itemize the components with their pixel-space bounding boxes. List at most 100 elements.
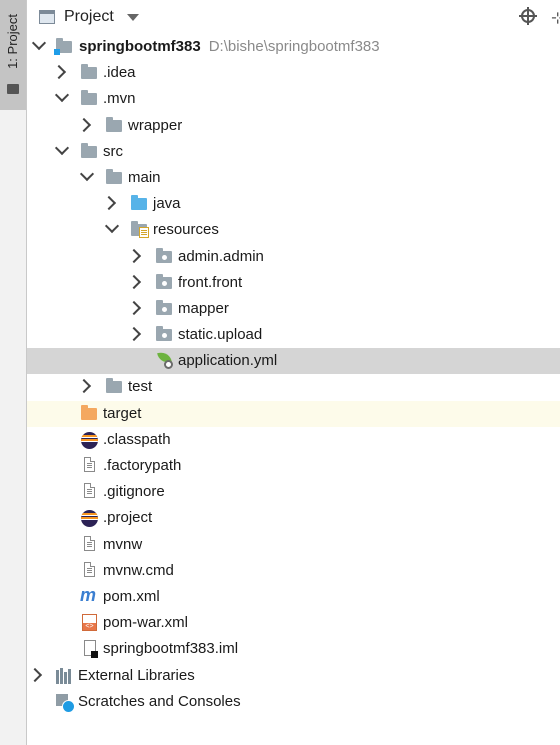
locate-target-icon[interactable] <box>519 7 537 25</box>
tree-item-idea[interactable]: .idea <box>27 60 560 86</box>
folder-icon <box>106 116 122 132</box>
chevron-down-icon[interactable] <box>79 166 95 182</box>
tree-item-label: resources <box>153 221 219 239</box>
project-tool-tab-label: 1: Project <box>5 14 20 69</box>
tree-item-admin[interactable]: admin.admin <box>27 244 560 270</box>
chevron-down-icon[interactable] <box>31 35 47 51</box>
folder-icon <box>106 168 122 184</box>
tree-item-label: pom.xml <box>103 587 160 605</box>
project-tool-tab[interactable]: 1: Project <box>0 0 26 110</box>
text-file-icon <box>84 535 95 551</box>
tool-window-strip: 1: Project <box>0 0 27 745</box>
tree-item-java[interactable]: java <box>27 191 560 217</box>
chevron-down-icon[interactable] <box>54 140 70 155</box>
project-view-icon <box>39 10 55 24</box>
tree-item-label: application.yml <box>178 352 278 370</box>
tree-item-wrapper[interactable]: wrapper <box>27 113 560 139</box>
tree-item-label: admin.admin <box>178 247 264 265</box>
tree-item-label: .factorypath <box>103 457 182 474</box>
tree-item-mvnw-cmd[interactable]: mvnw.cmd <box>27 558 560 584</box>
tree-item-classpath[interactable]: .classpath <box>27 427 560 453</box>
tree-item-external-libraries[interactable]: External Libraries <box>27 663 560 689</box>
tree-item-label: src <box>103 142 123 160</box>
package-folder-icon <box>156 299 172 315</box>
tree-item-label: .idea <box>103 64 136 82</box>
tree-item-label: static.upload <box>178 326 263 344</box>
tree-item-test[interactable]: test <box>27 374 560 400</box>
tree-item-mvnw[interactable]: mvnw <box>27 532 560 558</box>
tree-item-pom-war[interactable]: <> pom-war.xml <box>27 610 560 636</box>
tree-item-project[interactable]: .project <box>27 505 560 531</box>
tree-item-label: java <box>153 195 181 213</box>
maven-icon: m <box>80 584 97 605</box>
tree-item-label: .gitignore <box>103 483 165 501</box>
libraries-icon <box>56 667 72 684</box>
package-folder-icon <box>156 273 172 289</box>
eclipse-icon <box>81 431 98 449</box>
tree-item-label: .mvn <box>103 90 136 108</box>
chevron-right-icon[interactable] <box>126 326 142 342</box>
tree-item-target[interactable]: target <box>27 400 560 427</box>
scratches-icon <box>56 693 75 713</box>
text-file-icon <box>84 483 95 499</box>
tree-item-label: Scratches and Consoles <box>78 692 241 710</box>
eclipse-icon <box>81 510 98 528</box>
root-project-name: springbootmf383 <box>79 38 201 55</box>
chevron-right-icon[interactable] <box>76 379 92 394</box>
tree-item-main[interactable]: main <box>27 165 560 191</box>
tree-item-label: .classpath <box>103 430 171 448</box>
view-selector-title[interactable]: Project <box>64 8 114 26</box>
tree-item-src[interactable]: src <box>27 139 560 165</box>
package-folder-icon <box>156 247 172 263</box>
chevron-down-icon[interactable] <box>104 219 120 234</box>
tree-item-label: front.front <box>178 273 243 291</box>
tree-item-pom[interactable]: m pom.xml <box>27 584 560 610</box>
tree-item-iml[interactable]: springbootmf383.iml <box>27 636 560 662</box>
xml-file-icon: <> <box>82 614 97 632</box>
spring-config-icon <box>156 351 173 370</box>
tree-item-label: test <box>128 378 153 396</box>
project-panel-header: Project ⊹ <box>27 0 560 34</box>
chevron-right-icon[interactable] <box>126 274 142 289</box>
tree-item-label: target <box>103 404 142 422</box>
tree-item-mapper[interactable]: mapper <box>27 296 560 322</box>
tree-item-factorypath[interactable]: .factorypath <box>27 453 560 479</box>
tree-item-root[interactable]: springbootmf383 D:\bishe\springbootmf383 <box>27 34 560 60</box>
tree-item-label: mvnw.cmd <box>103 561 174 579</box>
collapse-split-icon[interactable]: ⊹ <box>551 8 560 28</box>
tree-item-application-yml[interactable]: application.yml <box>27 348 560 375</box>
project-tree: springbootmf383 D:\bishe\springbootmf383 … <box>27 34 560 715</box>
folder-icon <box>81 64 97 80</box>
tree-item-label: wrapper <box>128 116 183 134</box>
chevron-right-icon[interactable] <box>126 300 142 315</box>
folder-icon <box>81 142 97 158</box>
tree-item-resources[interactable]: resources <box>27 217 560 243</box>
folder-icon <box>106 378 122 394</box>
chevron-right-icon[interactable] <box>126 248 142 263</box>
tree-item-gitignore[interactable]: .gitignore <box>27 479 560 505</box>
text-file-icon <box>84 457 95 472</box>
chevron-right-icon[interactable] <box>27 667 43 682</box>
module-folder-icon <box>54 38 72 55</box>
tree-item-front[interactable]: front.front <box>27 270 560 296</box>
package-folder-icon <box>156 326 172 342</box>
tree-item-label: .project <box>103 509 153 527</box>
module-file-icon <box>84 640 98 659</box>
chevron-down-icon[interactable] <box>127 14 139 21</box>
tree-item-mvn[interactable]: .mvn <box>27 86 560 112</box>
text-file-icon <box>84 561 95 577</box>
chevron-right-icon[interactable] <box>76 117 92 132</box>
folder-icon <box>81 90 97 106</box>
tree-item-label: springbootmf383.iml <box>103 640 239 658</box>
tree-item-scratches[interactable]: Scratches and Consoles <box>27 689 560 715</box>
source-folder-icon <box>131 195 147 211</box>
chevron-right-icon[interactable] <box>51 65 67 80</box>
excluded-folder-icon <box>81 404 97 420</box>
chevron-right-icon[interactable] <box>101 196 117 211</box>
chevron-down-icon[interactable] <box>54 88 70 103</box>
root-project-path: D:\bishe\springbootmf383 <box>208 38 380 55</box>
tree-item-label: External Libraries <box>78 666 195 684</box>
tree-item-static[interactable]: static.upload <box>27 322 560 348</box>
tree-item-label: mapper <box>178 299 229 317</box>
folder-icon <box>7 84 19 94</box>
